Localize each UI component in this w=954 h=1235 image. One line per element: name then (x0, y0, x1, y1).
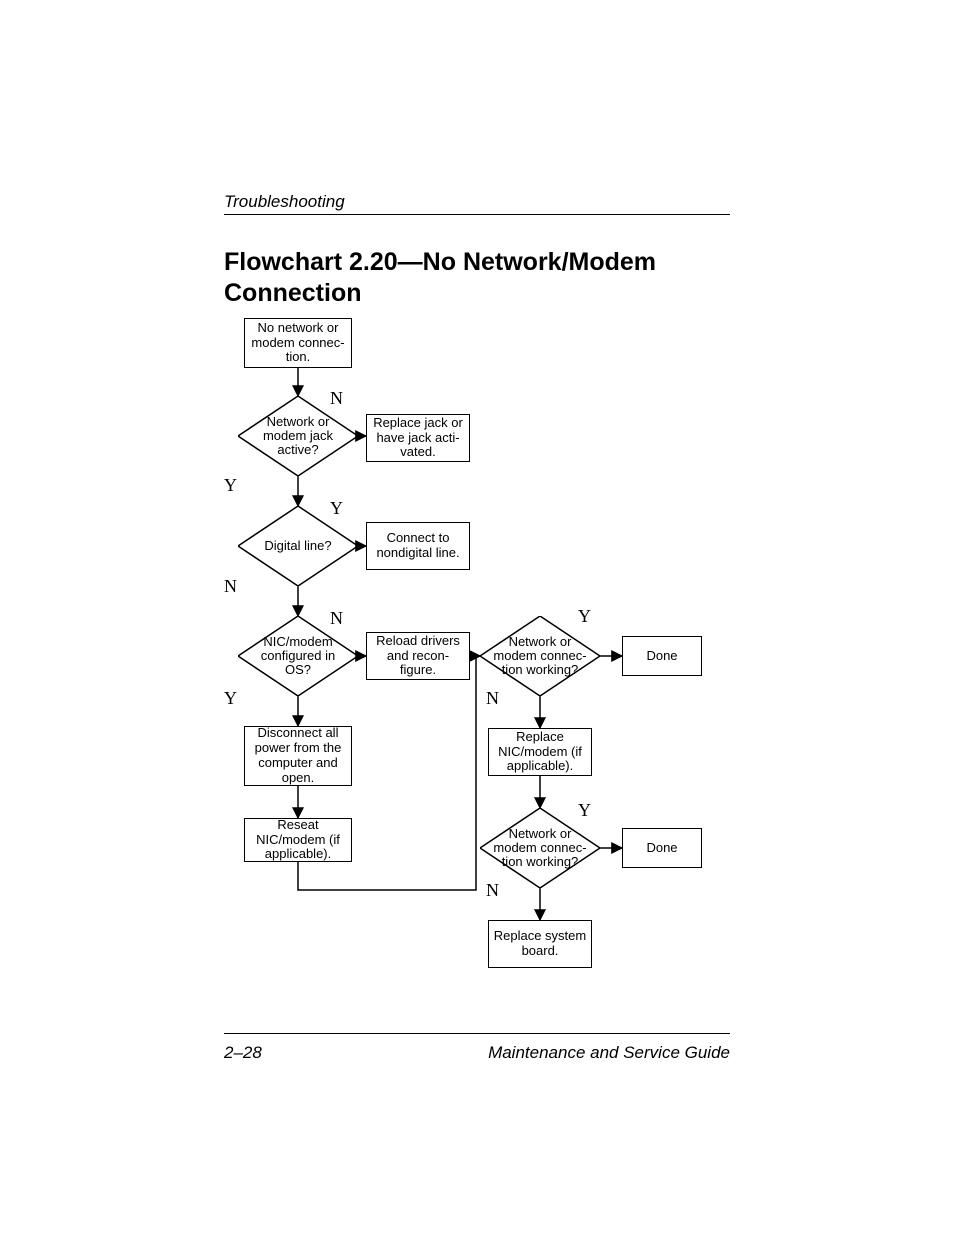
flow-connectors (224, 318, 730, 1008)
header-rule (224, 214, 730, 215)
footer-rule (224, 1033, 730, 1034)
page-title: Flowchart 2.20—No Network/Modem Connecti… (224, 247, 744, 310)
running-head: Troubleshooting (224, 192, 345, 212)
footer-guide-name: Maintenance and Service Guide (488, 1043, 730, 1063)
flowchart: No network or modem connec-tion. Network… (224, 318, 730, 1008)
footer-page-number: 2–28 (224, 1043, 262, 1063)
document-page: Troubleshooting Flowchart 2.20—No Networ… (0, 0, 954, 1235)
